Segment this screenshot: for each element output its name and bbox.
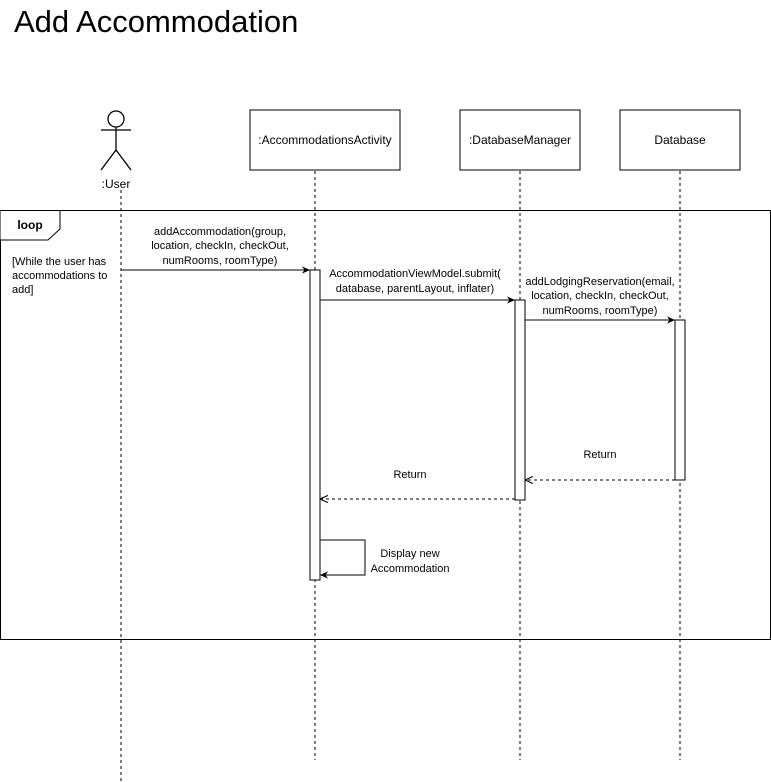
sequence-diagram: :User :AccommodationsActivity :DatabaseM… xyxy=(0,109,771,782)
loop-guard-line-1: [While the user has xyxy=(12,256,107,268)
message-add-accommodation-line-3: numRooms, roomType) xyxy=(163,255,278,267)
participant-database-manager-label: :DatabaseManager xyxy=(469,133,571,147)
loop-guard-line-2: accommodations to xyxy=(12,270,107,282)
loop-label: loop xyxy=(17,218,42,232)
message-submit-line-2: database, parentLayout, inflater) xyxy=(336,283,494,295)
user-actor-icon xyxy=(100,110,132,171)
participant-user-label: :User xyxy=(102,177,131,191)
message-add-lodging-line-3: numRooms, roomType) xyxy=(543,305,658,317)
loop-guard-line-3: add] xyxy=(12,284,33,296)
message-submit-line-1: AccommodationViewModel.submit( xyxy=(329,268,501,280)
message-display-line-2: Accommodation xyxy=(371,563,450,575)
activation-database xyxy=(674,319,686,481)
activation-accommodations-activity xyxy=(309,269,321,581)
message-add-lodging-line-1: addLodgingReservation(email, xyxy=(525,276,674,288)
message-return-database-label: Return xyxy=(583,449,616,461)
message-display-arrow xyxy=(320,539,366,579)
message-display-line-1: Display new xyxy=(380,548,439,560)
activation-database-manager xyxy=(514,299,526,501)
participant-accommodations-activity-label: :AccommodationsActivity xyxy=(258,133,391,147)
message-add-accommodation-line-1: addAccommodation(group, xyxy=(154,226,286,238)
message-add-lodging-line-2: location, checkIn, checkOut, xyxy=(531,290,669,302)
message-add-accommodation-line-2: location, checkIn, checkOut, xyxy=(151,240,289,252)
participant-database-label: Database xyxy=(654,133,706,147)
message-return-manager-label: Return xyxy=(393,469,426,481)
